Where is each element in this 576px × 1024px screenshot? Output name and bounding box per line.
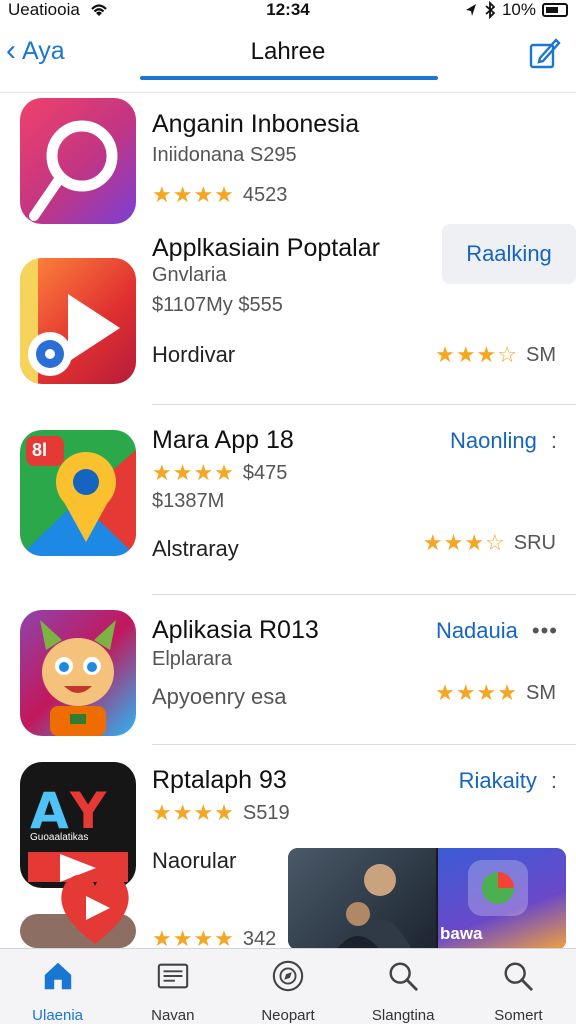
tab-label: Ulaenia [32,1007,84,1024]
app-developer: Naorular [152,848,237,873]
search-icon [504,962,534,991]
navigation-bar: ‹ Aya Lahree [0,24,576,84]
compose-icon[interactable] [528,36,562,70]
location-icon [465,4,476,16]
tab-search[interactable]: Slangtina [346,949,461,1024]
row-divider [152,744,576,745]
star-rating: ★★★★ [152,800,235,825]
heart-play-badge-icon [61,874,129,944]
row-divider [152,404,576,405]
app-subtitle: Iniidonana S295 [152,144,297,166]
list-item[interactable]: Applkasiain Poptalar Gnvlaria $1107My $5… [0,232,576,402]
music-play-icon [20,258,136,384]
icon-caption: Guoaalatikas [30,832,89,843]
list-item[interactable]: Anganin Inbonesia Iniidonana S295 ★★★★ 4… [0,98,576,228]
rating-value: S519 [242,801,290,824]
app-name: Aplikasia R013 [152,616,319,644]
tab-bar: Ulaenia Navan Neopart Slangtina Somert [0,948,576,1024]
action-label: Riakaity [458,768,537,793]
app-price: $1107My $555 [152,294,283,316]
star-rating: ★★★☆ [435,342,518,367]
get-button[interactable]: Nadauia ••• [436,618,558,644]
rating-line: ★★★★ $475 [152,460,287,486]
app-developer: Hordivar [152,342,236,367]
app-category: Elplarara [152,648,233,670]
action-label: Naonling [450,428,537,453]
more-icon[interactable]: : [551,768,558,794]
tab-news[interactable]: Navan [115,949,230,1024]
app-name: Anganin Inbonesia [152,110,360,138]
star-rating: ★★★★ [152,460,235,485]
list-item[interactable]: Aplikasia R013 Nadauia ••• Elplarara Apy… [0,608,576,738]
tab-label: Somert [494,1007,543,1024]
get-button[interactable]: Naonling : [450,428,558,454]
rating-count: SM [526,681,556,704]
action-label: Nadauia [435,618,518,643]
cartoon-character-icon [20,610,136,736]
home-icon [44,962,71,990]
app-developer: Apyoenry esa [152,684,287,709]
star-rating: ★★★☆ [422,530,506,555]
app-name: Applkasiain Poptalar [152,234,380,262]
app-developer: Alstraray [152,536,239,561]
star-rating: ★★★★ [152,182,235,207]
rating-line: ★★★★ S519 [152,800,290,826]
battery-percent: 10% [501,0,536,19]
star-rating: ★★★★ [435,680,518,705]
tab-label: Slangtina [371,1007,435,1024]
get-button[interactable]: Riakaity : [459,768,558,794]
app-price: $1387M [152,490,225,512]
rating-line: ★★★☆ SRU [423,530,556,556]
title-underline [140,76,438,80]
tab-explore[interactable]: Neopart [230,949,345,1024]
icon-badge: 8l [32,440,48,460]
app-name: Rptalaph 93 [152,766,287,794]
page-title: Lahree [250,38,326,65]
row-divider [152,594,576,595]
rating-value: $475 [242,461,288,484]
rating-count: SRU [513,531,556,554]
nav-divider [0,92,576,93]
map-pin-icon: 8l [20,430,136,556]
more-icon[interactable]: : [551,428,558,454]
list-item[interactable]: 8l Mara App 18 Naonling : ★★★★ $475 $138… [0,420,576,590]
compass-icon [272,960,304,992]
chat-bubble-icon [20,98,136,224]
app-category: Gnvlaria [152,264,227,286]
more-icon[interactable]: ••• [532,618,558,644]
bluetooth-icon [485,1,496,19]
app-name: Mara App 18 [152,426,294,454]
status-bar: Ueatiooia 12:34 10% [0,0,576,22]
rating-count: SM [526,343,556,366]
rating-line: ★★★☆ SM [435,342,556,368]
rating-line: ★★★★ SM [435,680,556,706]
battery-icon [542,3,568,17]
news-icon [157,963,189,989]
rating-line: ★★★★ 4523 [152,182,287,208]
tab-label: Neopart [261,1007,315,1024]
search-icon [389,962,418,991]
tab-search-2[interactable]: Somert [461,949,576,1024]
rating-value: 4523 [242,183,288,206]
tab-home[interactable]: Ulaenia [0,949,115,1024]
tab-label: Navan [151,1007,195,1024]
